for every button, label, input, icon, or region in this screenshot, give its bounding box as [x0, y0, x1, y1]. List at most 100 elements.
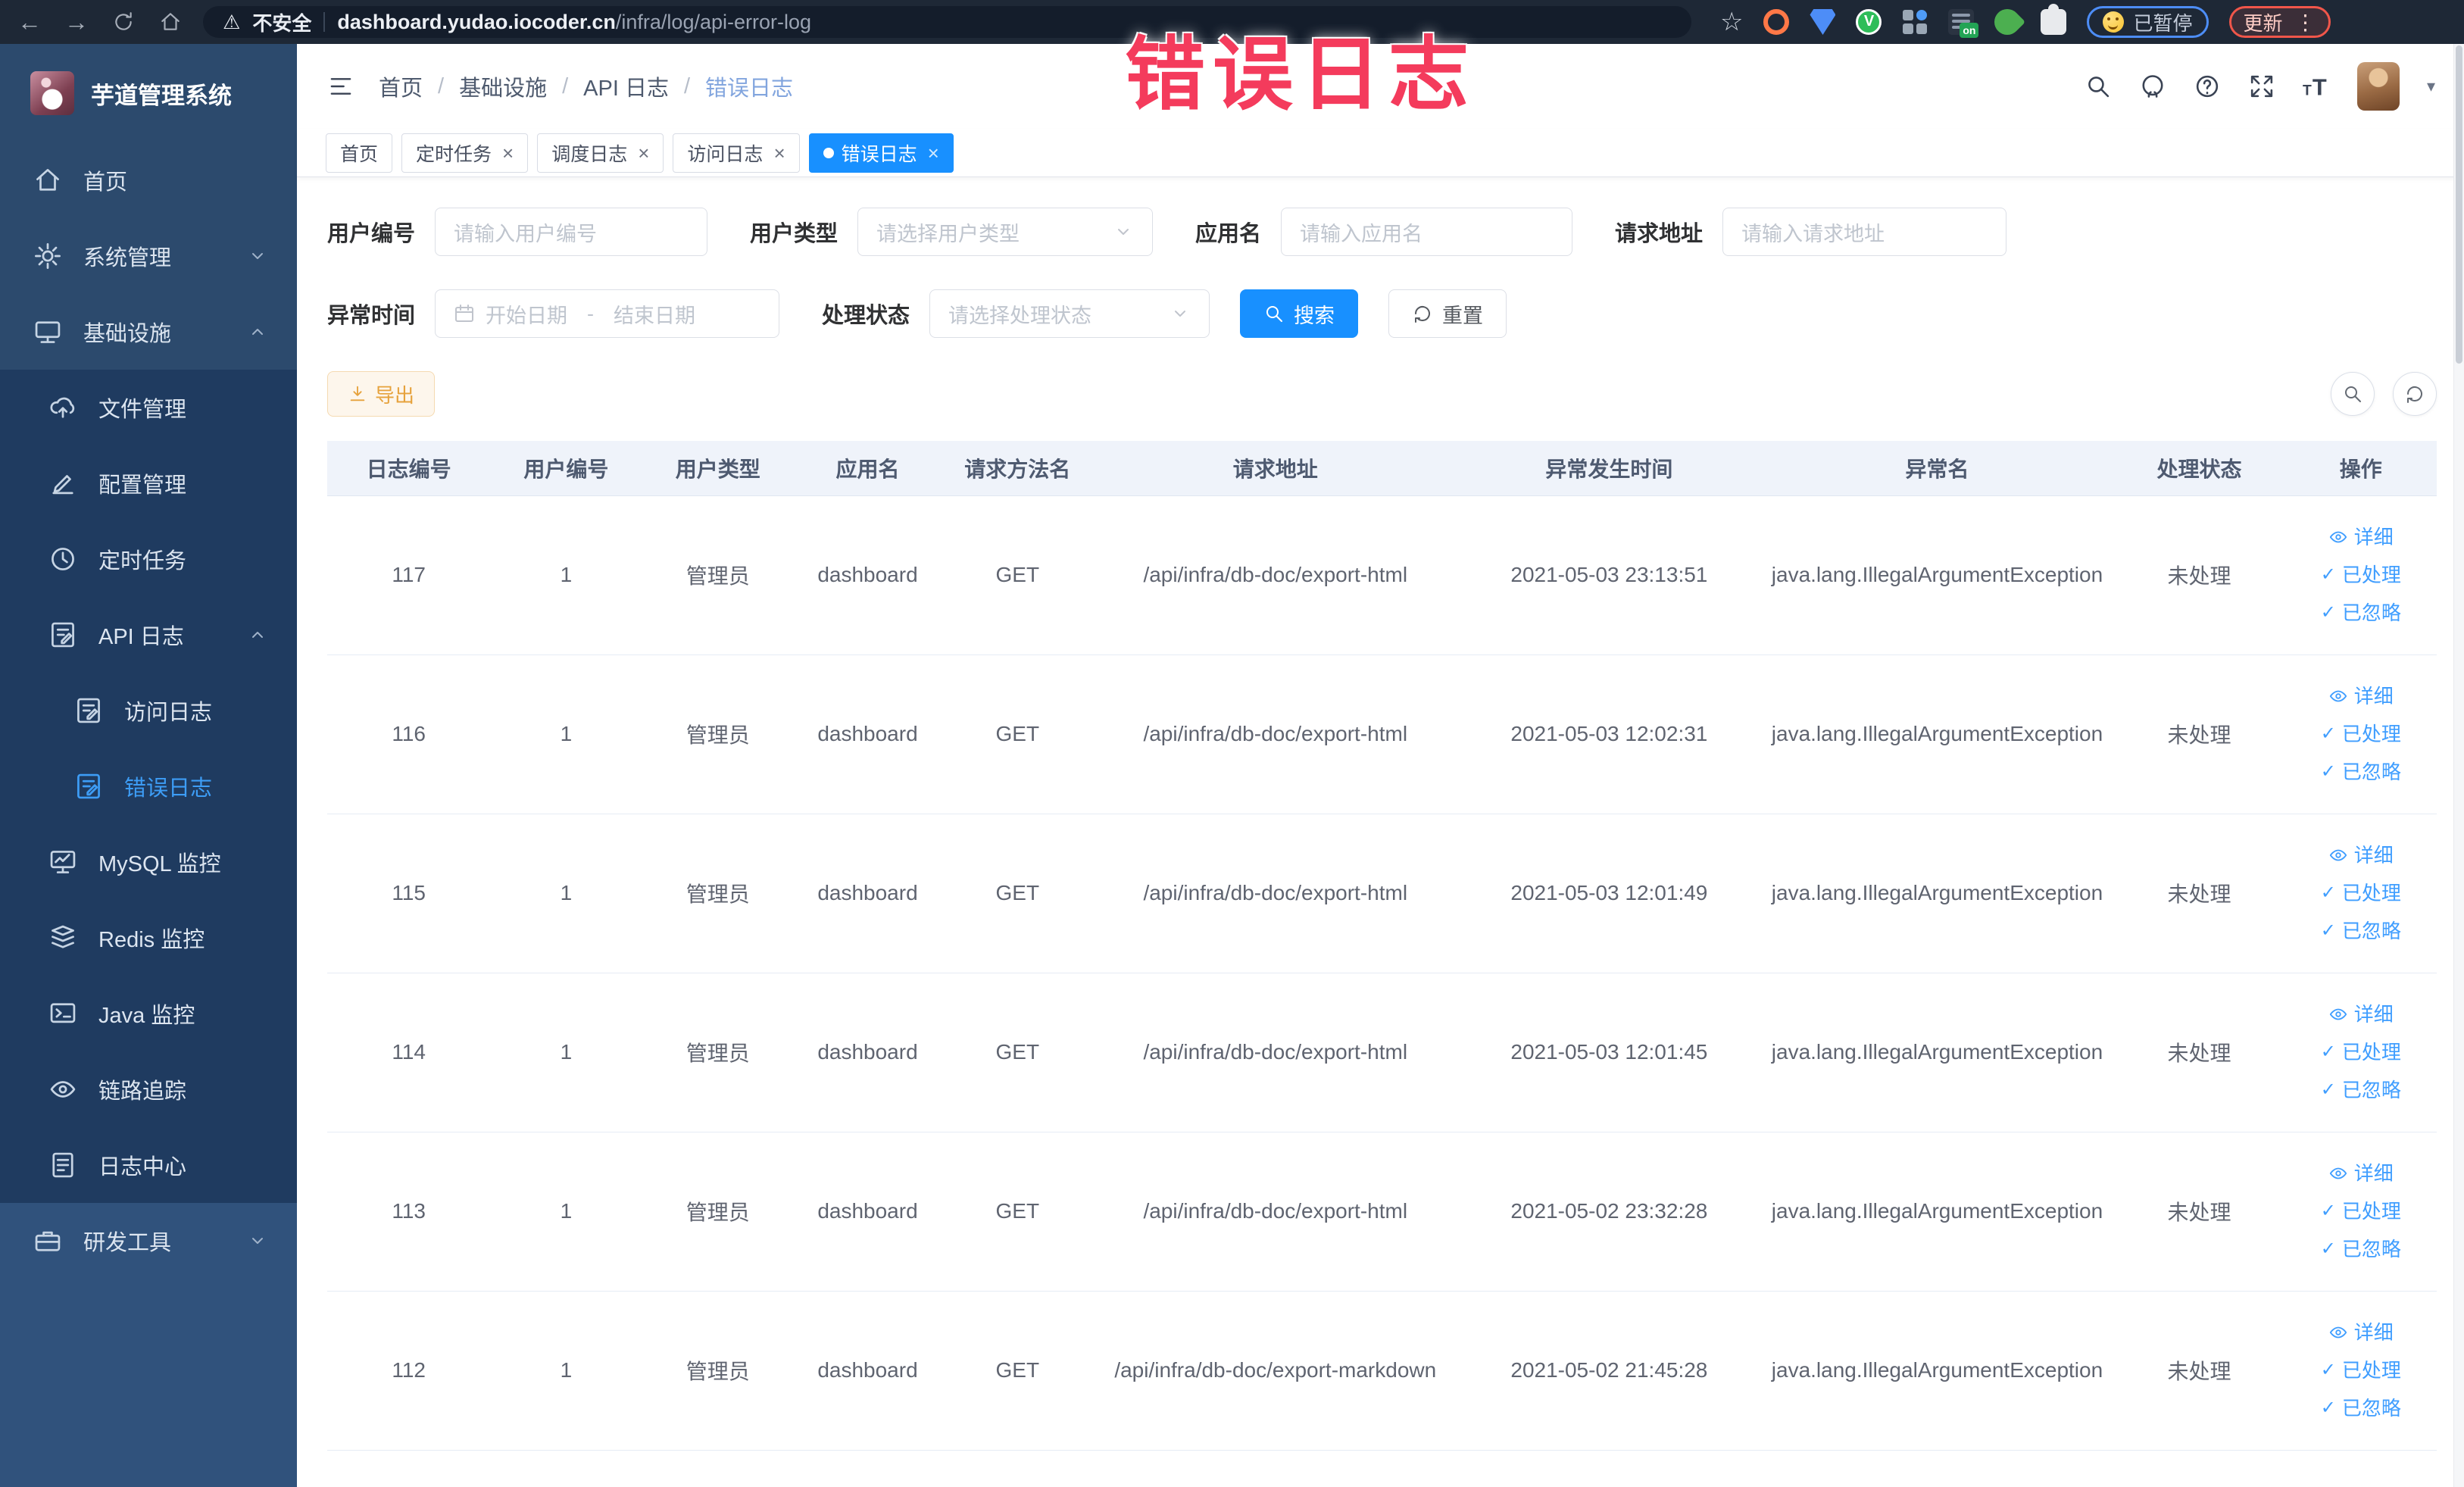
scrollbar-thumb[interactable]: [2456, 45, 2462, 364]
close-icon[interactable]: ×: [638, 143, 649, 163]
app-title: 芋道管理系统: [91, 82, 232, 109]
mark-ignored-link[interactable]: ✓ 已忽略: [2321, 1398, 2401, 1418]
table-column-header: 日志编号: [327, 441, 491, 496]
close-icon[interactable]: ×: [773, 143, 785, 163]
browser-home-icon[interactable]: [156, 8, 185, 36]
forward-icon[interactable]: →: [62, 8, 91, 36]
fullscreen-icon[interactable]: [2248, 73, 2275, 100]
tab-tag[interactable]: 调度日志 ×: [537, 133, 664, 173]
check-icon: ✓: [2320, 1398, 2336, 1418]
hide-search-button[interactable]: [2331, 372, 2375, 416]
extension-icon[interactable]: [1763, 9, 1790, 35]
page-scrollbar[interactable]: [2453, 44, 2464, 1487]
sidebar-item[interactable]: 基础设施: [0, 294, 297, 370]
sidebar-item[interactable]: 系统管理: [0, 218, 297, 294]
browser-update-button[interactable]: 更新 ⋮: [2228, 6, 2331, 38]
extensions-puzzle-icon[interactable]: [2041, 4, 2067, 35]
detail-link[interactable]: 详细: [2328, 1164, 2394, 1183]
sidebar-item[interactable]: 链路追踪: [0, 1051, 297, 1127]
breadcrumb-item[interactable]: 首页: [379, 70, 423, 102]
mark-processed-link[interactable]: ✓ 已处理: [2321, 1042, 2401, 1062]
sidebar-item[interactable]: 文件管理: [0, 370, 297, 445]
breadcrumb-item[interactable]: 基础设施: [459, 70, 547, 102]
sidebar-item[interactable]: 访问日志: [0, 673, 297, 748]
breadcrumb-item: 错误日志: [705, 77, 794, 101]
user-avatar[interactable]: [2356, 62, 2400, 111]
eye-icon: [2328, 1004, 2348, 1024]
tab-tag[interactable]: 错误日志 ×: [808, 133, 954, 173]
cell-time: 2021-05-03 23:13:51: [1457, 495, 1761, 655]
detail-link[interactable]: 详细: [2328, 1004, 2394, 1024]
mark-ignored-link[interactable]: ✓ 已忽略: [2321, 1080, 2401, 1100]
extension-icon[interactable]: V: [1856, 9, 1882, 35]
request-url-input[interactable]: 请输入请求地址: [1722, 208, 2007, 256]
sidebar-item-label: 配置管理: [98, 473, 187, 498]
bookmark-star-icon[interactable]: ☆: [1720, 7, 1743, 37]
mark-ignored-link[interactable]: ✓ 已忽略: [2321, 921, 2401, 941]
sidebar-item[interactable]: Java 监控: [0, 976, 297, 1051]
user-id-input[interactable]: 请输入用户编号: [435, 208, 708, 256]
sidebar-item[interactable]: 日志中心: [0, 1127, 297, 1203]
cell-time: 2021-05-03 12:01:49: [1457, 814, 1761, 973]
sidebar-item[interactable]: MySQL 监控: [0, 824, 297, 900]
mark-ignored-link[interactable]: ✓ 已忽略: [2321, 762, 2401, 782]
sidebar-item-label: Java 监控: [98, 1004, 195, 1028]
mark-processed-link[interactable]: ✓ 已处理: [2321, 565, 2401, 585]
check-icon: ✓: [2320, 1201, 2336, 1221]
export-button[interactable]: 导出: [327, 371, 436, 417]
search-button[interactable]: 搜索: [1240, 289, 1359, 338]
browser-menu-kebab-icon[interactable]: ⋮: [2295, 10, 2316, 35]
mark-processed-link[interactable]: ✓ 已处理: [2321, 1201, 2401, 1221]
tab-tag[interactable]: 首页: [326, 133, 393, 173]
paused-extension-badge[interactable]: 已暂停: [2087, 6, 2209, 38]
detail-link[interactable]: 详细: [2328, 527, 2394, 547]
github-icon[interactable]: [2139, 73, 2166, 100]
tab-tag[interactable]: 访问日志 ×: [673, 133, 800, 173]
hamburger-icon[interactable]: [326, 73, 356, 99]
sidebar-item[interactable]: Redis 监控: [0, 900, 297, 976]
refresh-table-button[interactable]: [2393, 372, 2437, 416]
avatar-caret-down-icon[interactable]: ▾: [2427, 77, 2435, 96]
mark-ignored-link[interactable]: ✓ 已忽略: [2321, 603, 2401, 623]
sidebar-item[interactable]: 定时任务: [0, 521, 297, 597]
breadcrumb-item[interactable]: API 日志: [583, 70, 669, 102]
breadcrumb-separator: /: [438, 73, 445, 98]
extension-icon[interactable]: [1989, 3, 2026, 41]
mark-ignored-link[interactable]: ✓ 已忽略: [2321, 1239, 2401, 1259]
monitor-icon: [33, 317, 62, 346]
detail-link[interactable]: 详细: [2328, 686, 2394, 706]
cell-user-type: 管理员: [642, 814, 794, 973]
close-icon[interactable]: ×: [502, 143, 514, 163]
extension-icon[interactable]: [1810, 9, 1836, 35]
sidebar-item[interactable]: 研发工具: [0, 1203, 297, 1279]
sidebar-item[interactable]: 配置管理: [0, 445, 297, 521]
cell-user-id: 1: [490, 1291, 642, 1451]
reload-icon[interactable]: [109, 8, 138, 36]
back-icon[interactable]: ←: [15, 8, 44, 36]
edit-icon: [48, 469, 77, 498]
help-icon[interactable]: [2194, 73, 2221, 100]
detail-link[interactable]: 详细: [2328, 1323, 2394, 1342]
check-icon: ✓: [2320, 883, 2336, 903]
sidebar-item-label: 首页: [83, 170, 128, 195]
extension-icon[interactable]: [1902, 9, 1928, 35]
search-icon[interactable]: [2085, 73, 2112, 100]
table-column-header: 请求地址: [1093, 441, 1458, 496]
detail-link[interactable]: 详细: [2328, 845, 2394, 865]
font-size-icon[interactable]: TT: [2303, 73, 2330, 100]
tab-tag[interactable]: 定时任务 ×: [401, 133, 529, 173]
mark-processed-link[interactable]: ✓ 已处理: [2321, 883, 2401, 903]
exception-time-range-picker[interactable]: 开始日期 - 结束日期: [435, 289, 780, 338]
mark-processed-link[interactable]: ✓ 已处理: [2321, 1360, 2401, 1380]
extension-icon[interactable]: on: [1948, 9, 1979, 38]
reset-button[interactable]: 重置: [1388, 289, 1507, 338]
app-name-input[interactable]: 请输入应用名: [1281, 208, 1573, 256]
app-logo[interactable]: 芋道管理系统: [0, 44, 297, 142]
sidebar-item[interactable]: 错误日志: [0, 748, 297, 824]
close-icon[interactable]: ×: [928, 143, 939, 163]
process-status-select[interactable]: 请选择处理状态: [929, 289, 1210, 338]
user-type-select[interactable]: 请选择用户类型: [857, 208, 1154, 256]
sidebar-item[interactable]: 首页: [0, 142, 297, 218]
mark-processed-link[interactable]: ✓ 已处理: [2321, 724, 2401, 744]
sidebar-item[interactable]: API 日志: [0, 597, 297, 673]
